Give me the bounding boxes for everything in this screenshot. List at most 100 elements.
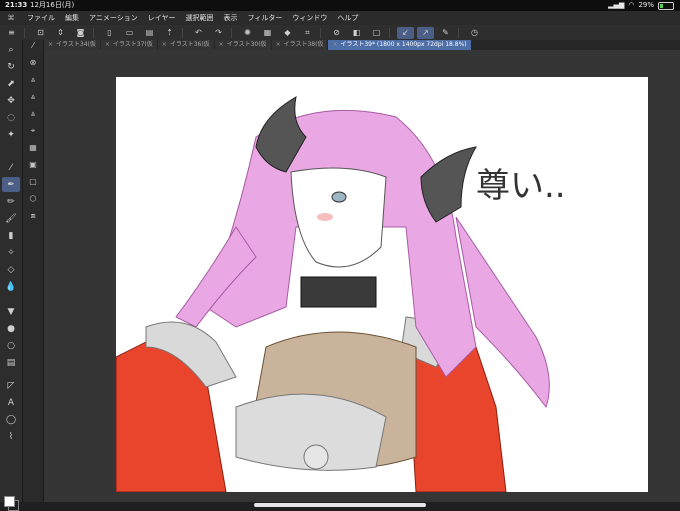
close-icon[interactable]: ×	[219, 41, 224, 48]
app-logo-icon[interactable]: ⌘	[0, 11, 22, 25]
correct-line-icon[interactable]: ⌇	[2, 429, 20, 444]
camera-icon[interactable]: ◙	[72, 27, 89, 39]
export-icon[interactable]: ⇡	[161, 27, 178, 39]
sub-tool-h-icon[interactable]: ▢	[25, 174, 41, 189]
wifi-icon: ◠	[628, 1, 635, 9]
ruler-icon[interactable]: ◸	[2, 378, 20, 393]
blend-icon[interactable]: 💧	[2, 279, 20, 294]
save-icon[interactable]: ▤	[141, 27, 158, 39]
selection-icon[interactable]: □	[368, 27, 385, 39]
tab-document-active[interactable]: × イラスト39* (1800 x 1400px 72dpi 18.8%)	[328, 40, 471, 50]
tab-label: イラスト30(仮	[226, 41, 267, 48]
command-bar: ≡ ⊡ ⇕ ◙ ▯ ▭ ▤ ⇡ ↶ ↷ ✺ ▦ ◆ ⌗ ⊘ ◧ □ ↙ ↗ ✎ …	[0, 25, 680, 41]
menu-filter[interactable]: フィルター	[243, 11, 288, 25]
hamburger-icon[interactable]: ≡	[3, 27, 20, 39]
drawing-canvas[interactable]: 尊い..	[116, 77, 648, 492]
eyedropper-icon[interactable]: ⁄	[2, 160, 20, 175]
divider	[93, 27, 94, 38]
close-icon[interactable]: ×	[162, 41, 167, 48]
pencil-icon[interactable]: ✏	[2, 194, 20, 209]
home-indicator[interactable]	[254, 503, 426, 507]
sub-tool-c-icon[interactable]: ⩓	[25, 89, 41, 104]
menu-animation[interactable]: アニメーション	[84, 11, 143, 25]
airbrush-icon[interactable]: ▮	[2, 228, 20, 243]
fill-bucket-icon[interactable]: ▼	[2, 304, 20, 319]
foreground-color-swatch[interactable]	[4, 496, 15, 507]
undo-icon[interactable]: ↶	[190, 27, 207, 39]
invert-selection-icon[interactable]: ◧	[348, 27, 365, 39]
lasso-icon[interactable]: ◌	[2, 110, 20, 125]
sub-tool-b-icon[interactable]: ⩓	[25, 72, 41, 87]
sub-tool-d-icon[interactable]: ⩓	[25, 106, 41, 121]
gradient-icon[interactable]: ●	[2, 321, 20, 336]
operation-icon[interactable]: ⬈	[2, 76, 20, 91]
text-icon[interactable]: A	[2, 395, 20, 410]
sub-tool-i-icon[interactable]: ⬡	[25, 191, 41, 206]
divider	[182, 27, 183, 38]
snap-special-ruler-icon[interactable]: ↗	[417, 26, 434, 39]
status-bar: 21:33 12月16日(月) ▂▄▆ ◠ 29%	[0, 0, 680, 11]
sub-tool-f-icon[interactable]: ▦	[25, 140, 41, 155]
settings-icon[interactable]: ✺	[239, 27, 256, 39]
menu-edit[interactable]: 編集	[60, 11, 84, 25]
divider	[389, 27, 390, 38]
brush-settings-icon[interactable]: ✎	[437, 27, 454, 39]
stepper-icon[interactable]: ⇕	[52, 27, 69, 39]
close-icon[interactable]: ×	[105, 41, 110, 48]
deselect-icon[interactable]: ⊘	[328, 27, 345, 39]
menu-bar: ⌘ ファイル 編集 アニメーション レイヤー 選択範囲 表示 フィルター ウィン…	[0, 11, 680, 25]
menu-window[interactable]: ウィンドウ	[287, 11, 332, 25]
tab-document[interactable]: × イラスト38(仮	[271, 40, 328, 50]
tab-label: イラスト36(仮	[169, 41, 210, 48]
eraser-icon[interactable]: ◇	[2, 262, 20, 277]
clear-icon[interactable]: ▦	[259, 27, 276, 39]
close-icon[interactable]: ×	[276, 41, 281, 48]
shape-icon[interactable]: ○	[2, 338, 20, 353]
fill-icon[interactable]: ◆	[279, 27, 296, 39]
snap-ruler-icon[interactable]: ↙	[397, 26, 414, 39]
rotate-icon[interactable]: ↻	[2, 59, 20, 74]
menu-view[interactable]: 表示	[219, 11, 243, 25]
canvas-workspace[interactable]: 尊い..	[44, 50, 680, 502]
pen-icon[interactable]: ✒	[2, 177, 20, 192]
decoration-icon[interactable]: ✧	[2, 245, 20, 260]
quick-access-icon[interactable]: ◷	[466, 27, 483, 39]
menu-layer[interactable]: レイヤー	[143, 11, 181, 25]
tab-label: イラスト38(仮	[283, 41, 324, 48]
sub-tool-j-icon[interactable]: ⧈	[25, 208, 41, 223]
frame-icon[interactable]: ▤	[2, 355, 20, 370]
redo-icon[interactable]: ↷	[210, 27, 227, 39]
tab-document[interactable]: × イラスト37(仮	[100, 40, 157, 50]
sub-tool-g-icon[interactable]: ▣	[25, 157, 41, 172]
new-file-icon[interactable]: ▯	[101, 27, 118, 39]
brush-size-icon[interactable]: ⁄	[25, 38, 41, 53]
new-canvas-icon[interactable]: ⊡	[32, 27, 49, 39]
tab-document[interactable]: × イラスト30(仮	[214, 40, 271, 50]
close-icon[interactable]: ×	[48, 41, 53, 48]
close-icon[interactable]: ×	[332, 41, 337, 48]
move-icon[interactable]: ✥	[2, 93, 20, 108]
balloon-icon[interactable]: ◯	[2, 412, 20, 427]
menu-selection[interactable]: 選択範囲	[181, 11, 219, 25]
magic-wand-icon[interactable]: ✦	[2, 127, 20, 142]
face	[290, 167, 387, 268]
document-tabs: × イラスト34(仮 × イラスト37(仮 × イラスト36(仮 × イラスト30(仮 …	[44, 40, 680, 50]
divider	[458, 27, 459, 38]
sub-tool-e-icon[interactable]: ⌖	[25, 123, 41, 138]
pompom	[303, 444, 329, 470]
zoom-icon[interactable]: ⌕	[2, 42, 20, 57]
sub-tool-a-icon[interactable]: ⊗	[25, 55, 41, 70]
brush-icon[interactable]: 🖌	[2, 211, 20, 226]
status-indicators: ▂▄▆ ◠ 29%	[608, 0, 674, 11]
sketch-artwork: 尊い..	[116, 96, 566, 492]
tab-document[interactable]: × イラスト36(仮	[157, 40, 214, 50]
open-folder-icon[interactable]: ▭	[121, 27, 138, 39]
menu-help[interactable]: ヘルプ	[332, 11, 363, 25]
battery-icon	[658, 1, 674, 10]
tab-label: イラスト39* (1800 x 1400px 72dpi 18.8%)	[340, 41, 467, 48]
status-date: 12月16日(月)	[30, 1, 75, 9]
tab-document[interactable]: × イラスト34(仮	[44, 40, 100, 50]
crop-icon[interactable]: ⌗	[299, 27, 316, 39]
choker	[300, 276, 377, 308]
menu-file[interactable]: ファイル	[22, 11, 60, 25]
